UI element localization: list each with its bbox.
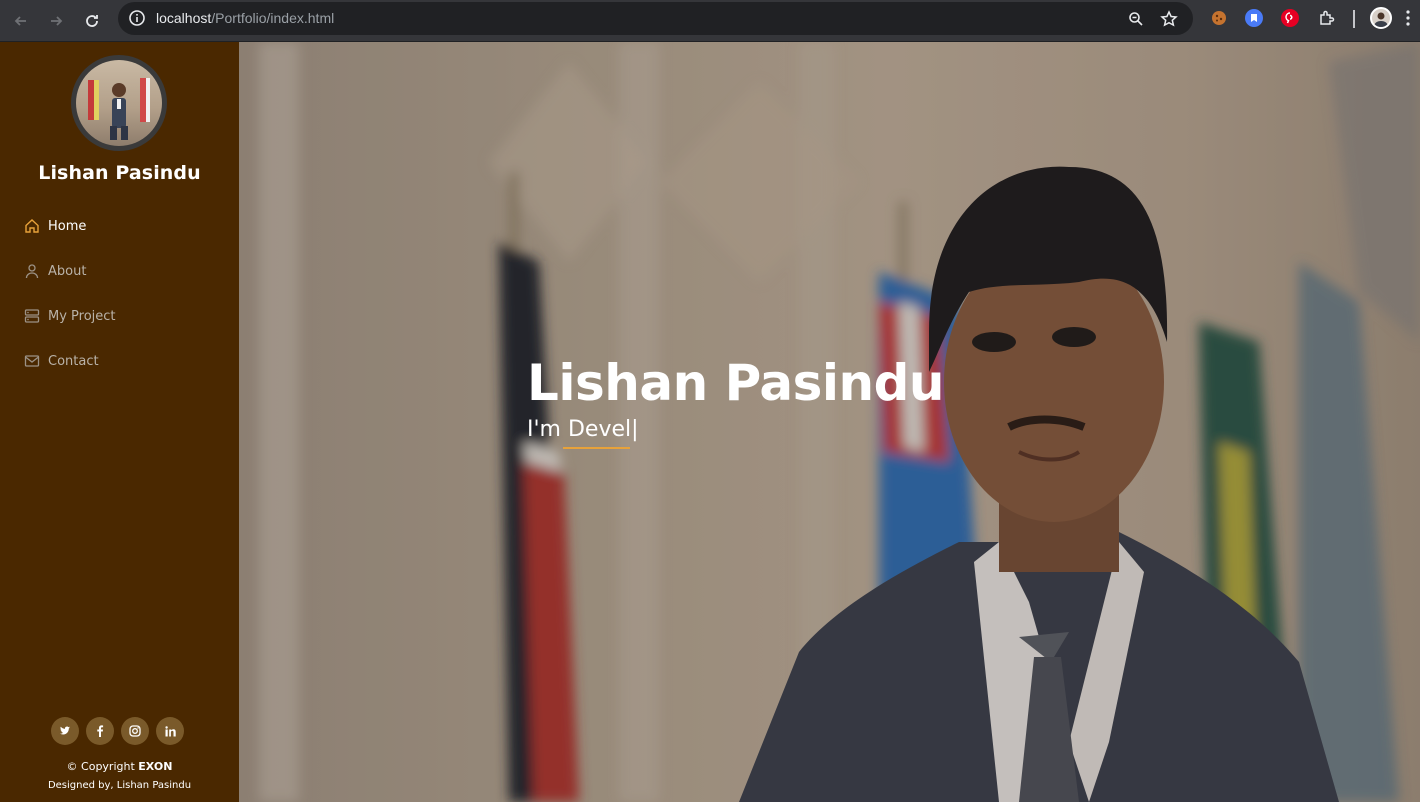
address-bar[interactable]: localhost/Portfolio/index.html	[118, 2, 1193, 35]
reload-icon	[86, 15, 98, 27]
social-links	[51, 717, 184, 745]
sidebar-item-about[interactable]: About	[24, 259, 224, 283]
bookmark-extension-icon[interactable]	[1245, 9, 1263, 27]
sidebar-item-contact[interactable]: Contact	[24, 349, 224, 373]
typed-text-underline	[563, 447, 630, 449]
sidebar-item-label: About	[48, 263, 87, 279]
sidebar-item-label: Home	[48, 218, 87, 234]
linkedin-icon[interactable]	[156, 717, 184, 745]
envelope-icon	[24, 353, 40, 369]
designed-by-text: Designed by, Lishan Pasindu	[47, 780, 192, 791]
twitter-icon[interactable]	[51, 717, 79, 745]
bookmark-star-icon[interactable]	[1159, 9, 1179, 29]
copyright-text: © Copyright EXON	[66, 760, 173, 773]
site-info-icon[interactable]	[128, 9, 146, 27]
typed-text: Devel|	[567, 417, 639, 442]
browser-toolbar: localhost/Portfolio/index.html	[0, 0, 1420, 42]
cookie-extension-icon[interactable]	[1209, 8, 1229, 28]
copyright-brand: EXON	[138, 760, 173, 773]
reload-button[interactable]	[78, 7, 106, 35]
browser-menu-icon[interactable]	[1401, 8, 1415, 28]
hero-section: Lishan Pasindu I'm Devel|	[239, 42, 1420, 802]
profile-avatar[interactable]	[1370, 7, 1392, 29]
user-icon	[24, 263, 40, 279]
sidebar-item-my-project[interactable]: My Project	[24, 304, 224, 328]
forward-arrow-icon	[51, 16, 63, 26]
sidebar-item-label: Contact	[48, 353, 99, 369]
zoom-icon[interactable]	[1126, 9, 1146, 29]
sidebar-item-home[interactable]: Home	[24, 214, 224, 238]
server-icon	[24, 308, 40, 324]
hero-overlay	[239, 42, 1420, 802]
toolbar-divider	[1353, 10, 1355, 28]
url-text[interactable]: localhost/Portfolio/index.html	[156, 10, 334, 26]
profile-photo	[76, 60, 162, 146]
home-icon	[24, 218, 40, 234]
sidebar-item-label: My Project	[48, 308, 116, 324]
back-button[interactable]	[7, 7, 35, 35]
hero-subtitle: I'm Devel|	[527, 417, 639, 442]
extensions-puzzle-icon[interactable]	[1317, 8, 1337, 28]
profile-name: Lishan Pasindu	[38, 162, 201, 184]
profile-avatar-frame	[71, 55, 167, 151]
instagram-icon[interactable]	[121, 717, 149, 745]
facebook-icon[interactable]	[86, 717, 114, 745]
forward-button[interactable]	[42, 7, 70, 35]
back-arrow-icon	[14, 16, 26, 26]
hero-title: Lishan Pasindu	[527, 354, 945, 412]
sidebar: Lishan Pasindu Home About My Project Con…	[0, 42, 239, 802]
pinterest-extension-icon[interactable]	[1281, 9, 1299, 27]
